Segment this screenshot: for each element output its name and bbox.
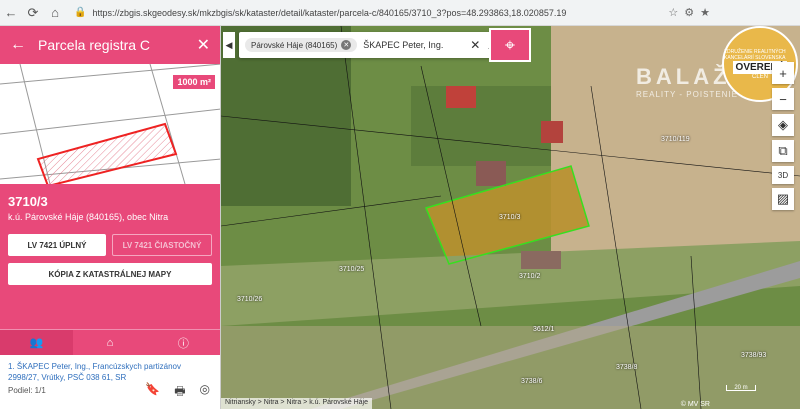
owner-name[interactable]: 1. ŠKAPEC Peter, Ing., Francúzskych part… — [8, 361, 212, 383]
panel-tabs: 👥 ⌂ ⓘ — [0, 329, 220, 355]
bookmark-icon[interactable]: 🔖 — [145, 382, 160, 403]
search-input[interactable]: ŠKAPEC Peter, Ing. — [363, 40, 462, 50]
parcel-preview-map: 1000 m² — [0, 64, 220, 184]
search-chip[interactable]: Párovské Háje (840165) ✕ — [245, 38, 358, 52]
clear-icon[interactable]: ✕ — [470, 38, 480, 52]
cadastral-area: k.ú. Párovské Háje (840165), obec Nitra — [8, 212, 169, 222]
layers-icon[interactable]: ◈ — [772, 114, 794, 136]
zoom-in-button[interactable]: + — [772, 62, 794, 84]
parcel-label: 3738/8 — [616, 364, 638, 371]
parcel-label: 3612/1 — [533, 326, 555, 333]
parcel-label: 3710/3 — [499, 214, 521, 221]
lv-full-button[interactable]: LV 7421 ÚPLNÝ — [8, 234, 106, 256]
arrow-left-icon[interactable]: ← — [10, 36, 26, 54]
search-bar[interactable]: Párovské Háje (840165) ✕ ŠKAPEC Peter, I… — [239, 32, 501, 58]
parcel-label: 3710/2 — [519, 273, 541, 280]
info-icon: ⓘ — [177, 337, 189, 350]
scale-bar: 20 m — [726, 385, 756, 391]
parcel-label: 3738/6 — [521, 378, 543, 385]
star-icon[interactable]: ☆ — [668, 6, 678, 19]
map-tools: + − ◈ ⧉ 3D ▨ — [772, 62, 794, 210]
zoom-out-button[interactable]: − — [772, 88, 794, 110]
chip-remove-icon[interactable]: ✕ — [341, 40, 352, 50]
refresh-icon[interactable]: ⟳ — [22, 2, 44, 24]
locate-icon[interactable]: ◎ — [200, 382, 210, 403]
parcel-number: 3710/3 — [8, 194, 48, 209]
close-icon[interactable]: ✕ — [197, 35, 210, 55]
home-icon: ⌂ — [106, 336, 114, 349]
compare-icon[interactable]: ⧉ — [772, 140, 794, 162]
panel-footer: 🔖 🖶 ◎ — [145, 382, 210, 403]
tab-info[interactable]: ⓘ — [147, 330, 220, 355]
url-text: https://zbgis.skgeodesy.sk/mkzbgis/sk/ka… — [92, 7, 567, 18]
parcel-label: 3710/25 — [339, 266, 365, 273]
search-chip-label: Párovské Háje (840165) — [251, 40, 338, 50]
lv-partial-button[interactable]: LV 7421 ČIASTOČNÝ — [112, 234, 212, 256]
parcel-label: 3710/119 — [661, 136, 690, 143]
parcel-detail-panel: ← Parcela registra C ✕ 1000 m² 3710/3 k.… — [0, 26, 221, 409]
tab-home[interactable]: ⌂ — [73, 330, 146, 355]
parcel-label: 3710/26 — [237, 296, 263, 303]
selected-parcel-shape — [36, 122, 178, 184]
breadcrumb: Nitriansky > Nitra > Nitra > k.ú. Párovs… — [221, 398, 372, 409]
panel-header: ← Parcela registra C ✕ — [0, 26, 220, 64]
copyright: © MV SR — [680, 401, 710, 408]
map-view[interactable]: 3710/119 3710/3 3710/25 3710/26 3612/1 3… — [221, 26, 800, 409]
area-badge: 1000 m² — [172, 74, 216, 90]
badge-ring-text: ZDRUŽENIE REALITNÝCH KANCELÁRIÍ SLOVENSK… — [724, 48, 786, 61]
browser-toolbar: ← ⟳ ⌂ 🔒 https://zbgis.skgeodesy.sk/mkzbg… — [0, 0, 800, 26]
map-pin-icon: ⌖ — [504, 34, 516, 55]
users-icon: 👥 — [29, 337, 44, 349]
tab-owners[interactable]: 👥 — [0, 330, 74, 355]
badge-member: ČLEN — [751, 73, 768, 80]
favorites-icon[interactable]: ★ — [700, 6, 710, 19]
lock-icon: 🔒 — [74, 7, 87, 18]
parcel-info: 3710/3 k.ú. Párovské Háje (840165), obec… — [0, 184, 220, 329]
home-icon[interactable]: ⌂ — [44, 2, 66, 24]
panel-title: Parcela registra C — [38, 37, 151, 53]
address-bar[interactable]: 🔒 https://zbgis.skgeodesy.sk/mkzbgis/sk/… — [74, 3, 668, 23]
copy-map-button[interactable]: KÓPIA Z KATASTRÁLNEJ MAPY — [8, 263, 212, 285]
extensions-icon[interactable]: ⚙ — [684, 6, 694, 19]
collapse-panel-button[interactable]: ◀ — [223, 32, 235, 58]
image-icon[interactable]: ▨ — [772, 188, 794, 210]
print-icon[interactable]: 🖶 — [174, 382, 185, 403]
back-nav-icon[interactable]: ← — [0, 2, 22, 24]
parcel-label: 3738/93 — [741, 352, 767, 359]
3d-button[interactable]: 3D — [772, 166, 794, 184]
location-pin-button[interactable]: ⌖ — [489, 28, 531, 62]
